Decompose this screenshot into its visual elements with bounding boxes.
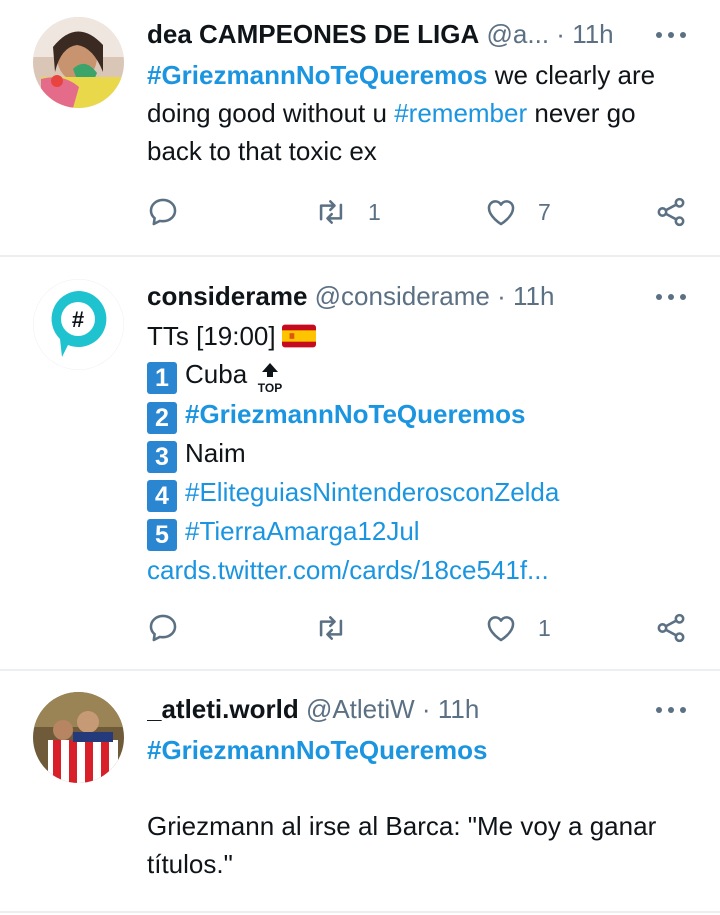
avatar[interactable]: [33, 692, 124, 783]
heart-icon: [487, 616, 515, 642]
keycap-number: 4: [147, 480, 177, 512]
hashtag-link[interactable]: #EliteguiasNintenderosconZelda: [185, 477, 559, 507]
heart-icon: [487, 200, 515, 226]
keycap-number: 5: [147, 519, 177, 551]
timestamp[interactable]: 11h: [572, 19, 613, 49]
spain-flag-icon: [281, 324, 316, 348]
avatar-photo: [33, 692, 124, 783]
more-options-icon[interactable]: [656, 25, 690, 45]
trend-line: 3 Naim: [147, 434, 690, 473]
separator-dot: ·: [556, 19, 565, 49]
hashtag-link[interactable]: #GriezmannNoTeQueremos: [147, 735, 488, 765]
more-options-icon[interactable]: [656, 287, 690, 307]
keycap-number: 3: [147, 441, 177, 473]
display-name[interactable]: _atleti.world: [147, 694, 299, 724]
display-name[interactable]: considerame: [147, 281, 307, 311]
display-name[interactable]: dea CAMPEONES DE LIGA: [147, 19, 479, 49]
share-button[interactable]: [654, 192, 688, 232]
like-button[interactable]: 1: [484, 608, 551, 648]
retweet-icon: [319, 200, 343, 224]
timestamp[interactable]: 11h: [513, 281, 554, 311]
retweet-count: 1: [368, 198, 381, 225]
tweet-header: dea CAMPEONES DE LIGA @a... · 11h: [147, 18, 658, 50]
trend-label: Cuba: [185, 359, 248, 389]
avatar[interactable]: [33, 17, 124, 108]
share-button[interactable]: [654, 608, 688, 648]
user-handle[interactable]: @AtletiW: [306, 694, 415, 724]
share-icon: [657, 613, 685, 643]
tweet-header: considerame @considerame · 11h: [147, 280, 658, 312]
tweet-text: #GriezmannNoTeQueremos Griezmann al irse…: [147, 731, 690, 883]
tweet-text: TTs [19:00] 1 Cuba TOP 2 #GriezmannNoTeQuer…: [147, 317, 690, 589]
like-button[interactable]: 7: [484, 192, 551, 232]
like-count: 7: [538, 198, 551, 225]
share-icon: [657, 197, 685, 227]
reply-icon: [149, 614, 177, 642]
user-handle[interactable]: @a...: [487, 19, 550, 49]
timestamp[interactable]: 11h: [438, 694, 479, 724]
keycap-number: 1: [147, 362, 177, 394]
tweet[interactable]: # considerame @considerame · 11h TTs [19…: [0, 257, 720, 670]
card-link[interactable]: cards.twitter.com/cards/18ce541f...: [147, 555, 549, 585]
top-badge-label: TOP: [258, 381, 282, 395]
trends-title: TTs [19:00]: [147, 321, 276, 351]
tweet-header: _atleti.world @AtletiW · 11h: [147, 693, 658, 725]
like-count: 1: [538, 614, 551, 641]
user-handle[interactable]: @considerame: [315, 281, 490, 311]
hashtag-link[interactable]: #remember: [394, 98, 527, 128]
hashtag-link[interactable]: #TierraAmarga12Jul: [185, 516, 420, 546]
hashtag-link[interactable]: #GriezmannNoTeQueremos: [147, 60, 488, 90]
card-link-line: cards.twitter.com/cards/18ce541f...: [147, 551, 690, 589]
tweet-divider: [0, 911, 720, 913]
reply-button[interactable]: [146, 192, 180, 232]
keycap-number: 2: [147, 402, 177, 434]
reply-button[interactable]: [146, 608, 180, 648]
tweet-text-segment: Griezmann al irse al Barca: "Me voy a ga…: [147, 811, 657, 879]
separator-dot: ·: [421, 694, 431, 724]
hashtag-link[interactable]: #GriezmannNoTeQueremos: [185, 399, 526, 429]
more-options-icon[interactable]: [656, 700, 690, 720]
trend-label: Naim: [185, 438, 246, 468]
retweet-icon: [319, 616, 343, 640]
trend-line: 5 #TierraAmarga12Jul: [147, 512, 690, 551]
trend-line: 2 #GriezmannNoTeQueremos: [147, 395, 690, 434]
tweet[interactable]: dea CAMPEONES DE LIGA @a... · 11h #Griez…: [0, 0, 720, 256]
tweet-actions: 1 7: [0, 192, 720, 232]
tweet-actions: 1: [0, 608, 720, 648]
retweet-button[interactable]: 1: [314, 192, 381, 232]
reply-icon: [149, 198, 177, 226]
trends-title-line: TTs [19:00]: [147, 317, 690, 355]
tweet[interactable]: _atleti.world @AtletiW · 11h #GriezmannN…: [0, 671, 720, 915]
top-arrow-icon: TOP: [253, 361, 287, 395]
retweet-button[interactable]: [314, 608, 348, 648]
avatar[interactable]: #: [33, 279, 124, 370]
separator-dot: ·: [497, 281, 506, 311]
avatar-photo: [33, 17, 124, 108]
trend-line: 1 Cuba TOP: [147, 355, 690, 395]
hashtag-bubble-icon: #: [33, 279, 124, 370]
avatar-hash-symbol: #: [72, 307, 84, 332]
tweet-text: #GriezmannNoTeQueremos we clearly are do…: [147, 56, 690, 170]
trend-line: 4 #EliteguiasNintenderosconZelda: [147, 473, 690, 512]
